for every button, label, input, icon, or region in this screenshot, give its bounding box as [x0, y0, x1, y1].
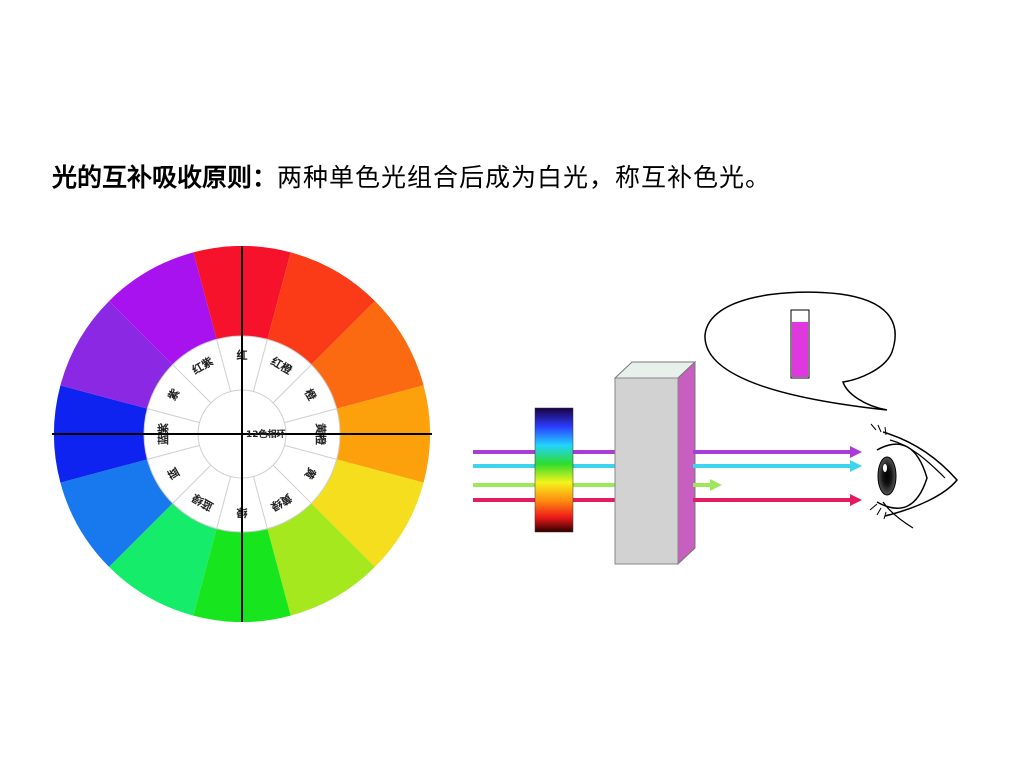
arrowhead — [710, 479, 722, 491]
arrowhead — [850, 446, 862, 458]
test-tube — [790, 309, 810, 379]
title-bold: 光的互补吸收原则： — [52, 163, 278, 192]
color-wheel: 红红橙橙黄橙黄黄绿绿蓝绿蓝蓝紫紫红紫 12色相环 — [52, 246, 432, 622]
cuvette — [613, 360, 697, 566]
transmitted-beams — [693, 446, 862, 506]
absorption-diagram — [473, 291, 958, 566]
test-tube-solution — [792, 322, 808, 377]
wheel-center-label: 12色相环 — [246, 428, 286, 440]
title: 光的互补吸收原则：两种单色光组合后成为白光，称互补色光。 — [52, 158, 1012, 194]
thought-bubble — [704, 291, 896, 411]
spectrum-filter — [534, 407, 574, 533]
title-rest: 两种单色光组合后成为白光，称互补色光。 — [277, 163, 772, 192]
arrowhead — [850, 460, 862, 472]
arrowhead — [850, 494, 862, 506]
eye-icon — [869, 423, 958, 529]
